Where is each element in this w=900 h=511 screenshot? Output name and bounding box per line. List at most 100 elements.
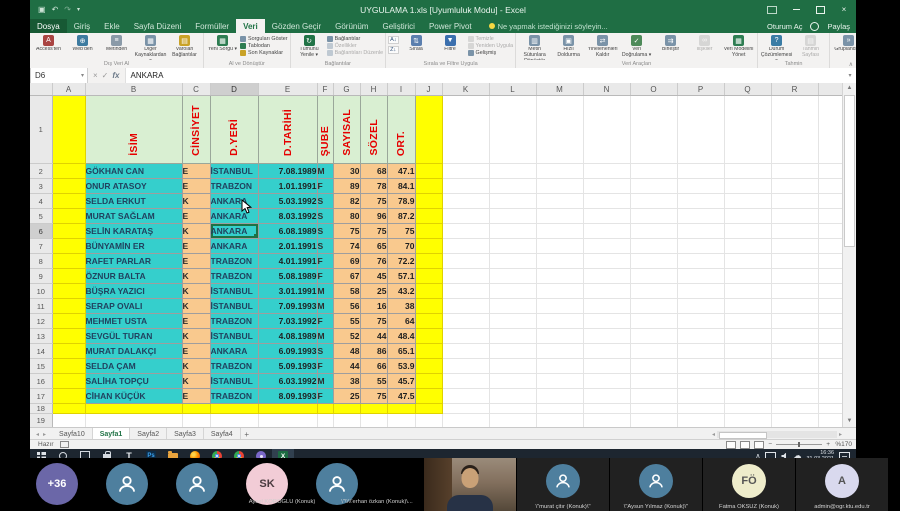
tab-gözden-geçir[interactable]: Gözden Geçir <box>265 19 328 33</box>
cell-M5[interactable] <box>536 209 583 224</box>
cell-O18[interactable] <box>630 404 677 414</box>
cell-H13[interactable]: 44 <box>360 329 387 344</box>
ribbon-button-veri-doğrulama[interactable]: ✓Veri Doğrulama ▾ <box>620 34 653 59</box>
cell-P18[interactable] <box>677 404 724 414</box>
cell-C13[interactable]: K <box>182 329 210 344</box>
cell-P6[interactable] <box>677 224 724 239</box>
cell-K9[interactable] <box>442 269 489 284</box>
ribbon-button-i̇lişkiler[interactable]: ∞İlişkiler <box>688 34 721 53</box>
cell-G8[interactable]: 69 <box>333 254 360 269</box>
tab-dosya[interactable]: Dosya <box>30 19 67 33</box>
cell-B17[interactable]: CİHAN KÜÇÜK <box>85 389 182 404</box>
cell-C1[interactable]: CİNSİYET <box>182 96 210 164</box>
photoshop-button[interactable]: Ps <box>140 449 162 458</box>
ribbon-button-tablodan[interactable]: Tablodan <box>240 43 288 49</box>
cell-Q13[interactable] <box>724 329 771 344</box>
cell-D2[interactable]: İSTANBUL <box>210 164 258 179</box>
cell-R12[interactable] <box>771 314 818 329</box>
cell-C10[interactable]: K <box>182 284 210 299</box>
cell-Q1[interactable] <box>724 96 771 164</box>
participant-tile[interactable]: \"Aysun Yılmaz (Konuk)\" <box>609 458 702 511</box>
vertical-scrollbar[interactable]: ▲ ▼ <box>842 83 856 427</box>
cell-E8[interactable]: 4.01.1991 <box>258 254 317 269</box>
cell-B3[interactable]: ONUR ATASOY <box>85 179 182 194</box>
cell-N2[interactable] <box>583 164 630 179</box>
task-view-button[interactable] <box>74 449 96 458</box>
cell-Q15[interactable] <box>724 359 771 374</box>
row-header-16[interactable]: 16 <box>30 374 52 389</box>
cell-K12[interactable] <box>442 314 489 329</box>
cell-N11[interactable] <box>583 299 630 314</box>
tab-ekle[interactable]: Ekle <box>97 19 127 33</box>
tab-power-pivot[interactable]: Power Pivot <box>422 19 479 33</box>
cell-G4[interactable]: 82 <box>333 194 360 209</box>
tab-giriş[interactable]: Giriş <box>67 19 97 33</box>
cell-P7[interactable] <box>677 239 724 254</box>
ribbon-button-tümünü-yenile[interactable]: ↻Tümünü Yenile ▾ <box>293 34 326 59</box>
cell-R9[interactable] <box>771 269 818 284</box>
cell-F7[interactable]: S <box>317 239 333 254</box>
cell-P3[interactable] <box>677 179 724 194</box>
cell-F3[interactable]: F <box>317 179 333 194</box>
cell-G1[interactable]: SAYISAL <box>333 96 360 164</box>
undo-icon[interactable]: ↶ <box>52 5 59 14</box>
cell-O6[interactable] <box>630 224 677 239</box>
cell-L8[interactable] <box>489 254 536 269</box>
cell-J10[interactable] <box>415 284 442 299</box>
cell-N8[interactable] <box>583 254 630 269</box>
cell-O2[interactable] <box>630 164 677 179</box>
cell-Q6[interactable] <box>724 224 771 239</box>
row-header-4[interactable]: 4 <box>30 194 52 209</box>
cell-Q2[interactable] <box>724 164 771 179</box>
cell-G9[interactable]: 67 <box>333 269 360 284</box>
column-header-G[interactable]: G <box>333 83 360 96</box>
cell-F13[interactable]: M <box>317 329 333 344</box>
cell-E10[interactable]: 3.01.1991 <box>258 284 317 299</box>
column-header-D[interactable]: D <box>210 83 258 96</box>
cell-A8[interactable] <box>52 254 85 269</box>
cell-O11[interactable] <box>630 299 677 314</box>
sort-a-button[interactable]: A↓ <box>388 36 398 44</box>
cell-L6[interactable] <box>489 224 536 239</box>
cell-K16[interactable] <box>442 374 489 389</box>
cell-R15[interactable] <box>771 359 818 374</box>
ribbon-button-web'den[interactable]: ⊕Web'den <box>66 34 99 53</box>
row-header-9[interactable]: 9 <box>30 269 52 284</box>
cell-Q5[interactable] <box>724 209 771 224</box>
cell-L19[interactable] <box>489 414 536 428</box>
cell-A19[interactable] <box>52 414 85 428</box>
hscroll-right-icon[interactable]: ▸ <box>839 431 842 438</box>
ribbon-button-tahmin-sayfası[interactable]: ▤Tahmin Sayfası <box>794 34 827 59</box>
cell-F16[interactable]: M <box>317 374 333 389</box>
cell-D17[interactable]: TRABZON <box>210 389 258 404</box>
cell-L11[interactable] <box>489 299 536 314</box>
selection-fill-handle[interactable] <box>254 234 258 238</box>
cell-E7[interactable]: 2.01.1991 <box>258 239 317 254</box>
cell-P1[interactable] <box>677 96 724 164</box>
cell-O9[interactable] <box>630 269 677 284</box>
redo-icon[interactable]: ↷ <box>64 5 71 14</box>
cell-J12[interactable] <box>415 314 442 329</box>
cell-K8[interactable] <box>442 254 489 269</box>
cell-E15[interactable]: 5.09.1993 <box>258 359 317 374</box>
cell-C3[interactable]: E <box>182 179 210 194</box>
cell-N16[interactable] <box>583 374 630 389</box>
sheet-nav-right-icon[interactable]: ▸ <box>43 431 46 438</box>
cancel-icon[interactable]: × <box>93 71 98 80</box>
cell-C15[interactable]: K <box>182 359 210 374</box>
cell-G18[interactable] <box>333 404 360 414</box>
row-header-5[interactable]: 5 <box>30 209 52 224</box>
formula-input[interactable]: ANKARA <box>126 68 845 83</box>
cell-H14[interactable]: 86 <box>360 344 387 359</box>
cell-O7[interactable] <box>630 239 677 254</box>
cell-I9[interactable]: 57.1 <box>387 269 415 284</box>
cell-H18[interactable] <box>360 404 387 414</box>
cell-N6[interactable] <box>583 224 630 239</box>
zoom-slider-thumb[interactable] <box>798 442 800 447</box>
cell-M12[interactable] <box>536 314 583 329</box>
cell-E5[interactable]: 8.03.1992 <box>258 209 317 224</box>
cell-A3[interactable] <box>52 179 85 194</box>
cell-M2[interactable] <box>536 164 583 179</box>
cell-G13[interactable]: 52 <box>333 329 360 344</box>
cell-K5[interactable] <box>442 209 489 224</box>
